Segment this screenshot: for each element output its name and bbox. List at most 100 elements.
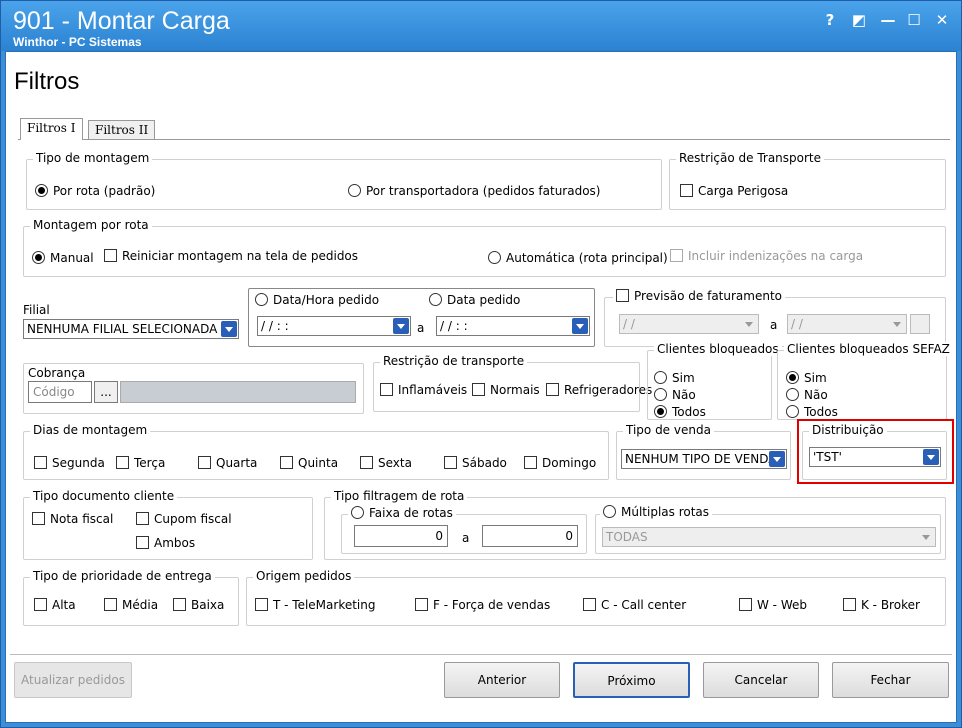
radio-multiplas-rotas[interactable]: Múltiplas rotas	[600, 505, 713, 519]
checkbox-icon[interactable]	[34, 456, 47, 469]
checkbox-icon[interactable]	[546, 383, 559, 396]
radio-icon[interactable]	[255, 293, 268, 306]
tab-filtros-1[interactable]: Filtros I	[20, 118, 83, 140]
checkbox-carga-perigosa[interactable]: Carga Perigosa	[680, 184, 788, 198]
radio-icon[interactable]	[429, 293, 442, 306]
radio-icon[interactable]	[654, 405, 667, 418]
checkbox-alta[interactable]: Alta	[34, 598, 76, 612]
radio-icon[interactable]	[351, 506, 364, 519]
checkbox-icon[interactable]	[472, 383, 485, 396]
minimize-icon[interactable]: —	[877, 9, 899, 31]
cobranca-search-button[interactable]: ...	[94, 381, 118, 403]
checkbox-icon[interactable]	[34, 598, 47, 611]
checkbox-web[interactable]: W - Web	[739, 598, 807, 612]
fechar-button[interactable]: Fechar	[832, 662, 949, 698]
checkbox-terca[interactable]: Terça	[116, 456, 165, 470]
checkbox-normais[interactable]: Normais	[472, 383, 540, 397]
chevron-down-icon[interactable]	[221, 321, 237, 337]
radio-icon[interactable]	[786, 405, 799, 418]
checkbox-reiniciar[interactable]: Reiniciar montagem na tela de pedidos	[104, 249, 358, 263]
checkbox-sabado[interactable]: Sábado	[444, 456, 507, 470]
chevron-down-icon[interactable]	[393, 318, 409, 334]
radio-icon[interactable]	[32, 251, 45, 264]
radio-manual[interactable]: Manual	[32, 251, 94, 265]
radio-por-rota[interactable]: Por rota (padrão)	[35, 184, 155, 198]
checkbox-telemarketing[interactable]: T - TeleMarketing	[255, 598, 376, 612]
radio-sefaz-nao[interactable]: Não	[786, 388, 828, 402]
faixa-fim-input[interactable]: 0	[482, 525, 578, 547]
checkbox-domingo[interactable]: Domingo	[524, 456, 596, 470]
radio-icon[interactable]	[35, 184, 48, 197]
filial-select[interactable]: NENHUMA FILIAL SELECIONADA	[23, 319, 239, 339]
checkbox-ambos[interactable]: Ambos	[136, 536, 195, 550]
tab-filtros-2[interactable]: Filtros II	[88, 120, 156, 140]
radio-bloq-nao[interactable]: Não	[654, 388, 696, 402]
cancelar-button[interactable]: Cancelar	[703, 662, 819, 698]
checkbox-quinta[interactable]: Quinta	[280, 456, 338, 470]
checkbox-icon[interactable]	[136, 536, 149, 549]
checkbox-icon[interactable]	[173, 598, 186, 611]
checkbox-baixa[interactable]: Baixa	[173, 598, 224, 612]
checkbox-icon[interactable]	[843, 598, 856, 611]
radio-data-hora[interactable]: Data/Hora pedido	[255, 293, 380, 307]
cobranca-codigo-input[interactable]: Código	[28, 381, 92, 403]
data-inicio-select[interactable]: / / : :	[257, 316, 411, 336]
checkbox-icon[interactable]	[255, 598, 268, 611]
distribuicao-select[interactable]: 'TST'	[809, 447, 941, 467]
checkbox-icon[interactable]	[116, 456, 129, 469]
checkbox-forca-vendas[interactable]: F - Força de vendas	[415, 598, 550, 612]
checkbox-icon[interactable]	[280, 456, 293, 469]
proximo-button[interactable]: Próximo	[573, 662, 690, 698]
checkbox-icon[interactable]	[444, 456, 457, 469]
tipo-venda-select[interactable]: NENHUM TIPO DE VENDA	[621, 449, 787, 469]
radio-bloq-todos[interactable]: Todos	[654, 405, 706, 419]
checkbox-inflamaveis[interactable]: Inflamáveis	[380, 383, 467, 397]
checkbox-icon[interactable]	[415, 598, 428, 611]
checkbox-broker[interactable]: K - Broker	[843, 598, 920, 612]
title-bar[interactable]: 901 - Montar Carga Winthor - PC Sistemas…	[1, 1, 961, 51]
maximize-icon[interactable]: ☐	[903, 9, 925, 31]
checkbox-segunda[interactable]: Segunda	[34, 456, 105, 470]
atualizar-pedidos-button[interactable]: Atualizar pedidos	[14, 662, 132, 698]
radio-icon[interactable]	[654, 371, 667, 384]
radio-sefaz-todos[interactable]: Todos	[786, 405, 838, 419]
checkbox-icon[interactable]	[104, 598, 117, 611]
checkbox-call-center[interactable]: C - Call center	[583, 598, 686, 612]
checkbox-previsao[interactable]: Previsão de faturamento	[613, 289, 785, 303]
checkbox-icon[interactable]	[32, 512, 45, 525]
checkbox-icon[interactable]	[583, 598, 596, 611]
faixa-inicio-input[interactable]: 0	[354, 525, 448, 547]
checkbox-icon[interactable]	[680, 184, 693, 197]
chevron-down-icon[interactable]	[769, 451, 785, 467]
radio-icon[interactable]	[603, 505, 616, 518]
radio-data-pedido[interactable]: Data pedido	[429, 293, 521, 307]
anterior-button[interactable]: Anterior	[444, 662, 560, 698]
radio-automatica[interactable]: Automática (rota principal)	[488, 251, 668, 265]
checkbox-refrigeradores[interactable]: Refrigeradores	[546, 383, 652, 397]
checkbox-cupom-fiscal[interactable]: Cupom fiscal	[136, 512, 232, 526]
chevron-down-icon[interactable]	[923, 449, 939, 465]
radio-faixa-rotas[interactable]: Faixa de rotas	[348, 506, 456, 520]
checkbox-nota-fiscal[interactable]: Nota fiscal	[32, 512, 113, 526]
checkbox-icon[interactable]	[360, 456, 373, 469]
checkbox-icon[interactable]	[739, 598, 752, 611]
checkbox-icon[interactable]	[198, 456, 211, 469]
radio-icon[interactable]	[786, 388, 799, 401]
chevron-down-icon[interactable]	[572, 318, 588, 334]
close-icon[interactable]: ✕	[931, 9, 953, 31]
radio-sefaz-sim[interactable]: Sim	[786, 371, 827, 385]
radio-bloq-sim[interactable]: Sim	[654, 371, 695, 385]
radio-icon[interactable]	[654, 388, 667, 401]
radio-por-transportadora[interactable]: Por transportadora (pedidos faturados)	[348, 184, 601, 198]
radio-icon[interactable]	[348, 184, 361, 197]
checkbox-sexta[interactable]: Sexta	[360, 456, 412, 470]
checkbox-icon[interactable]	[380, 383, 393, 396]
checkbox-icon[interactable]	[616, 289, 629, 302]
checkbox-quarta[interactable]: Quarta	[198, 456, 257, 470]
radio-icon[interactable]	[786, 371, 799, 384]
checkbox-media[interactable]: Média	[104, 598, 158, 612]
checkbox-icon[interactable]	[104, 249, 117, 262]
checkbox-icon[interactable]	[524, 456, 537, 469]
help-icon[interactable]: ?	[819, 9, 841, 31]
data-fim-select[interactable]: / / : :	[436, 316, 590, 336]
